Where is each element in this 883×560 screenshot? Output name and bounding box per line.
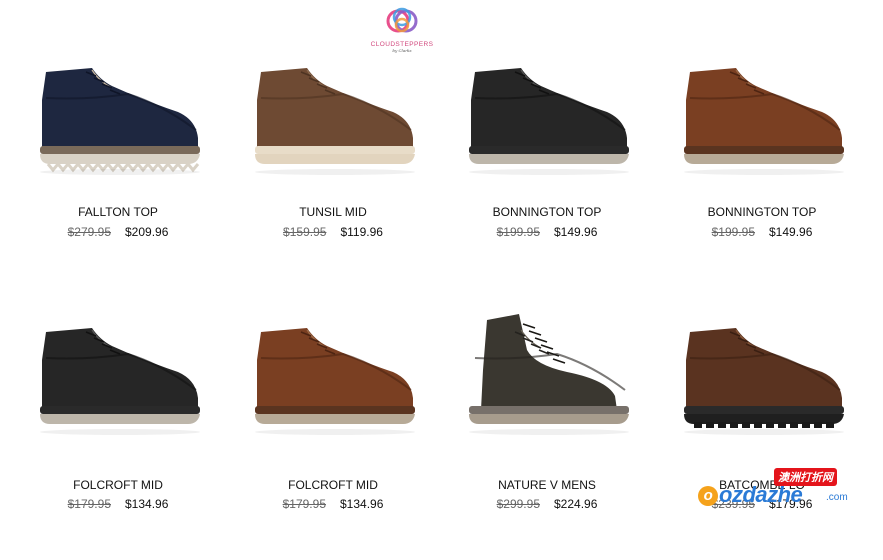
product-name[interactable]: FALLTON TOP	[18, 205, 218, 219]
product-prices: $279.95 $209.96	[18, 225, 218, 239]
product-name[interactable]: TUNSIL MID	[233, 205, 433, 219]
sale-price: $209.96	[125, 225, 169, 239]
sale-price: $134.96	[340, 497, 384, 511]
product-image[interactable]	[243, 50, 423, 190]
product-grid: FALLTON TOP $279.95 $209.96 TUNSIL MID $159.…	[0, 0, 883, 522]
product-image[interactable]	[457, 50, 637, 190]
sale-price: $119.96	[340, 225, 383, 239]
watermark-logo: o ozdazhe	[698, 482, 803, 508]
product-name[interactable]: BONNINGTON TOP	[447, 205, 647, 219]
original-price: $199.95	[496, 225, 540, 239]
original-price: $159.95	[283, 225, 327, 239]
product-image[interactable]	[457, 310, 637, 450]
product-image[interactable]	[672, 310, 852, 450]
product-card[interactable]: BONNINGTON TOP $199.95 $149.96	[447, 50, 647, 300]
watermark-domain: .com	[826, 492, 848, 503]
product-image[interactable]	[672, 50, 852, 190]
product-prices: $159.95 $119.96	[233, 225, 433, 239]
product-name[interactable]: FOLCROFT MID	[233, 478, 433, 492]
product-card[interactable]: FALLTON TOP $279.95 $209.96	[18, 50, 218, 300]
sale-price: $134.96	[125, 497, 169, 511]
tan-leather-chukka-boot-icon	[684, 68, 844, 175]
tan-leather-chukka-boot-icon	[255, 328, 415, 435]
product-prices: $179.95 $134.96	[18, 497, 218, 511]
dark-olive-high-top-boot-icon	[469, 314, 629, 435]
product-image[interactable]	[28, 50, 208, 190]
brown-nubuck-chukka-boot-icon	[255, 68, 415, 175]
sale-price: $224.96	[554, 497, 598, 511]
watermark-o-icon: o	[698, 486, 718, 506]
site-watermark: 澳洲打折网 o ozdazhe .com	[696, 466, 866, 516]
black-leather-chukka-boot-icon	[469, 68, 629, 175]
original-price: $199.95	[711, 225, 755, 239]
product-card[interactable]: FOLCROFT MID $179.95 $134.96	[233, 310, 433, 560]
product-image[interactable]	[243, 310, 423, 450]
sale-price: $149.96	[769, 225, 813, 239]
product-card[interactable]: NATURE V MENS $299.95 $224.96	[447, 310, 647, 560]
product-card[interactable]: TUNSIL MID $159.95 $119.96	[233, 50, 433, 300]
original-price: $179.95	[67, 497, 111, 511]
product-prices: $199.95 $149.96	[447, 225, 647, 239]
original-price: $299.95	[496, 497, 540, 511]
original-price: $179.95	[282, 497, 326, 511]
product-image[interactable]	[28, 310, 208, 450]
product-card[interactable]: BONNINGTON TOP $199.95 $149.96	[662, 50, 862, 300]
sale-price: $149.96	[554, 225, 598, 239]
product-prices: $179.95 $134.96	[233, 497, 433, 511]
product-name[interactable]: BONNINGTON TOP	[662, 205, 862, 219]
product-prices: $299.95 $224.96	[447, 497, 647, 511]
brown-lug-sole-chukka-boot-icon	[684, 328, 844, 435]
black-leather-chukka-boot-icon	[40, 328, 200, 435]
product-card[interactable]: BATCOMBE LO $239.95 $179.96	[662, 310, 862, 560]
original-price: $279.95	[67, 225, 111, 239]
product-name[interactable]: FOLCROFT MID	[18, 478, 218, 492]
product-card[interactable]: FOLCROFT MID $179.95 $134.96	[18, 310, 218, 560]
product-prices: $199.95 $149.96	[662, 225, 862, 239]
watermark-text: ozdazhe	[719, 482, 803, 507]
product-name[interactable]: NATURE V MENS	[447, 478, 647, 492]
navy-leather-chukka-boot-icon	[40, 68, 200, 175]
